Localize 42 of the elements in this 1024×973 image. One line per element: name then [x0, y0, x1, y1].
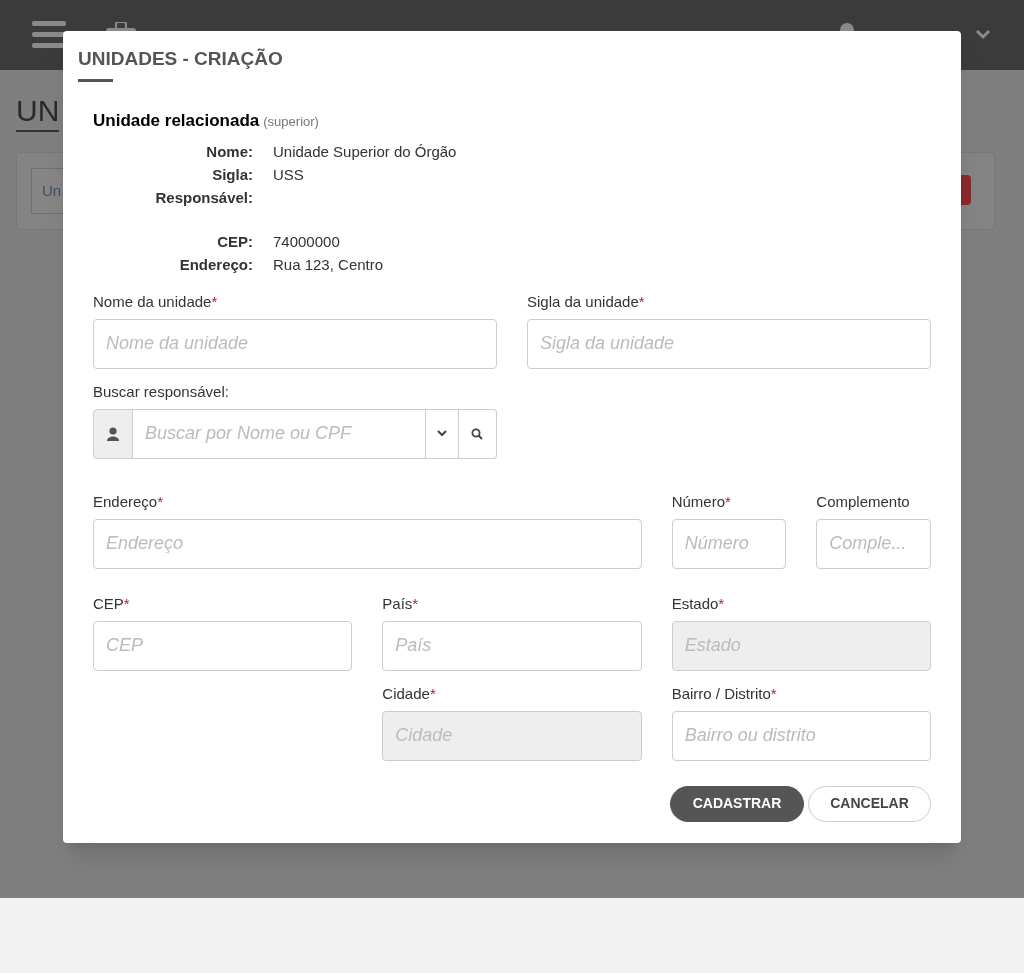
field-label: CEP*: [93, 593, 131, 614]
search-icon: [471, 427, 484, 440]
cancel-button[interactable]: CANCELAR: [808, 785, 931, 822]
field-label: Nome da unidade*: [93, 291, 219, 312]
title-underline: [78, 79, 113, 82]
field-label: Número*: [671, 491, 732, 512]
detail-value: 74000000: [273, 231, 340, 252]
input-field[interactable]: País: [382, 620, 642, 671]
modal-title: UNIDADES - CRIAÇÃO: [78, 47, 283, 71]
input-field[interactable]: Comple...: [816, 518, 931, 569]
detail-value: Rua 123, Centro: [273, 254, 384, 275]
menu-icon[interactable]: [32, 21, 66, 49]
section-note: (superior): [263, 113, 319, 131]
user-icon: [107, 426, 119, 441]
submit-button[interactable]: CADASTRAR: [670, 785, 804, 822]
field-label: Estado*: [671, 593, 726, 614]
field-label: Buscar responsável:: [93, 381, 230, 402]
input-field[interactable]: Endereço: [93, 518, 642, 569]
detail-label: Responsável:: [154, 187, 253, 208]
chevron-down-icon[interactable]: [975, 29, 991, 41]
input-field[interactable]: Número: [671, 518, 787, 569]
detail-label: Nome:: [205, 141, 253, 162]
input-field[interactable]: Nome da unidade: [93, 318, 497, 369]
field-label: Complemento: [816, 491, 911, 512]
input-field[interactable]: Bairro ou distrito: [671, 710, 931, 761]
search-field[interactable]: Buscar por Nome ou CPF: [133, 408, 425, 459]
field-label: Cidade*: [382, 683, 437, 704]
detail-value: USS: [273, 164, 304, 185]
input-field[interactable]: CEP: [93, 620, 353, 671]
field-label: Bairro / Distrito*: [671, 683, 778, 704]
detail-value: Unidade Superior do Órgão: [273, 141, 457, 162]
detail-label: Sigla:: [211, 164, 253, 185]
search-button[interactable]: [459, 408, 497, 459]
detail-label: CEP:: [216, 231, 253, 252]
section-title: Unidade relacionada: [93, 110, 260, 132]
chevron-down-icon: [437, 430, 447, 437]
page-heading: UN: [16, 92, 60, 132]
field-label: Endereço*: [93, 491, 165, 512]
field-label: Sigla da unidade*: [527, 291, 646, 312]
input-field[interactable]: Sigla da unidade: [527, 318, 931, 369]
detail-label: Endereço:: [178, 254, 253, 275]
field-label: País*: [382, 593, 420, 614]
